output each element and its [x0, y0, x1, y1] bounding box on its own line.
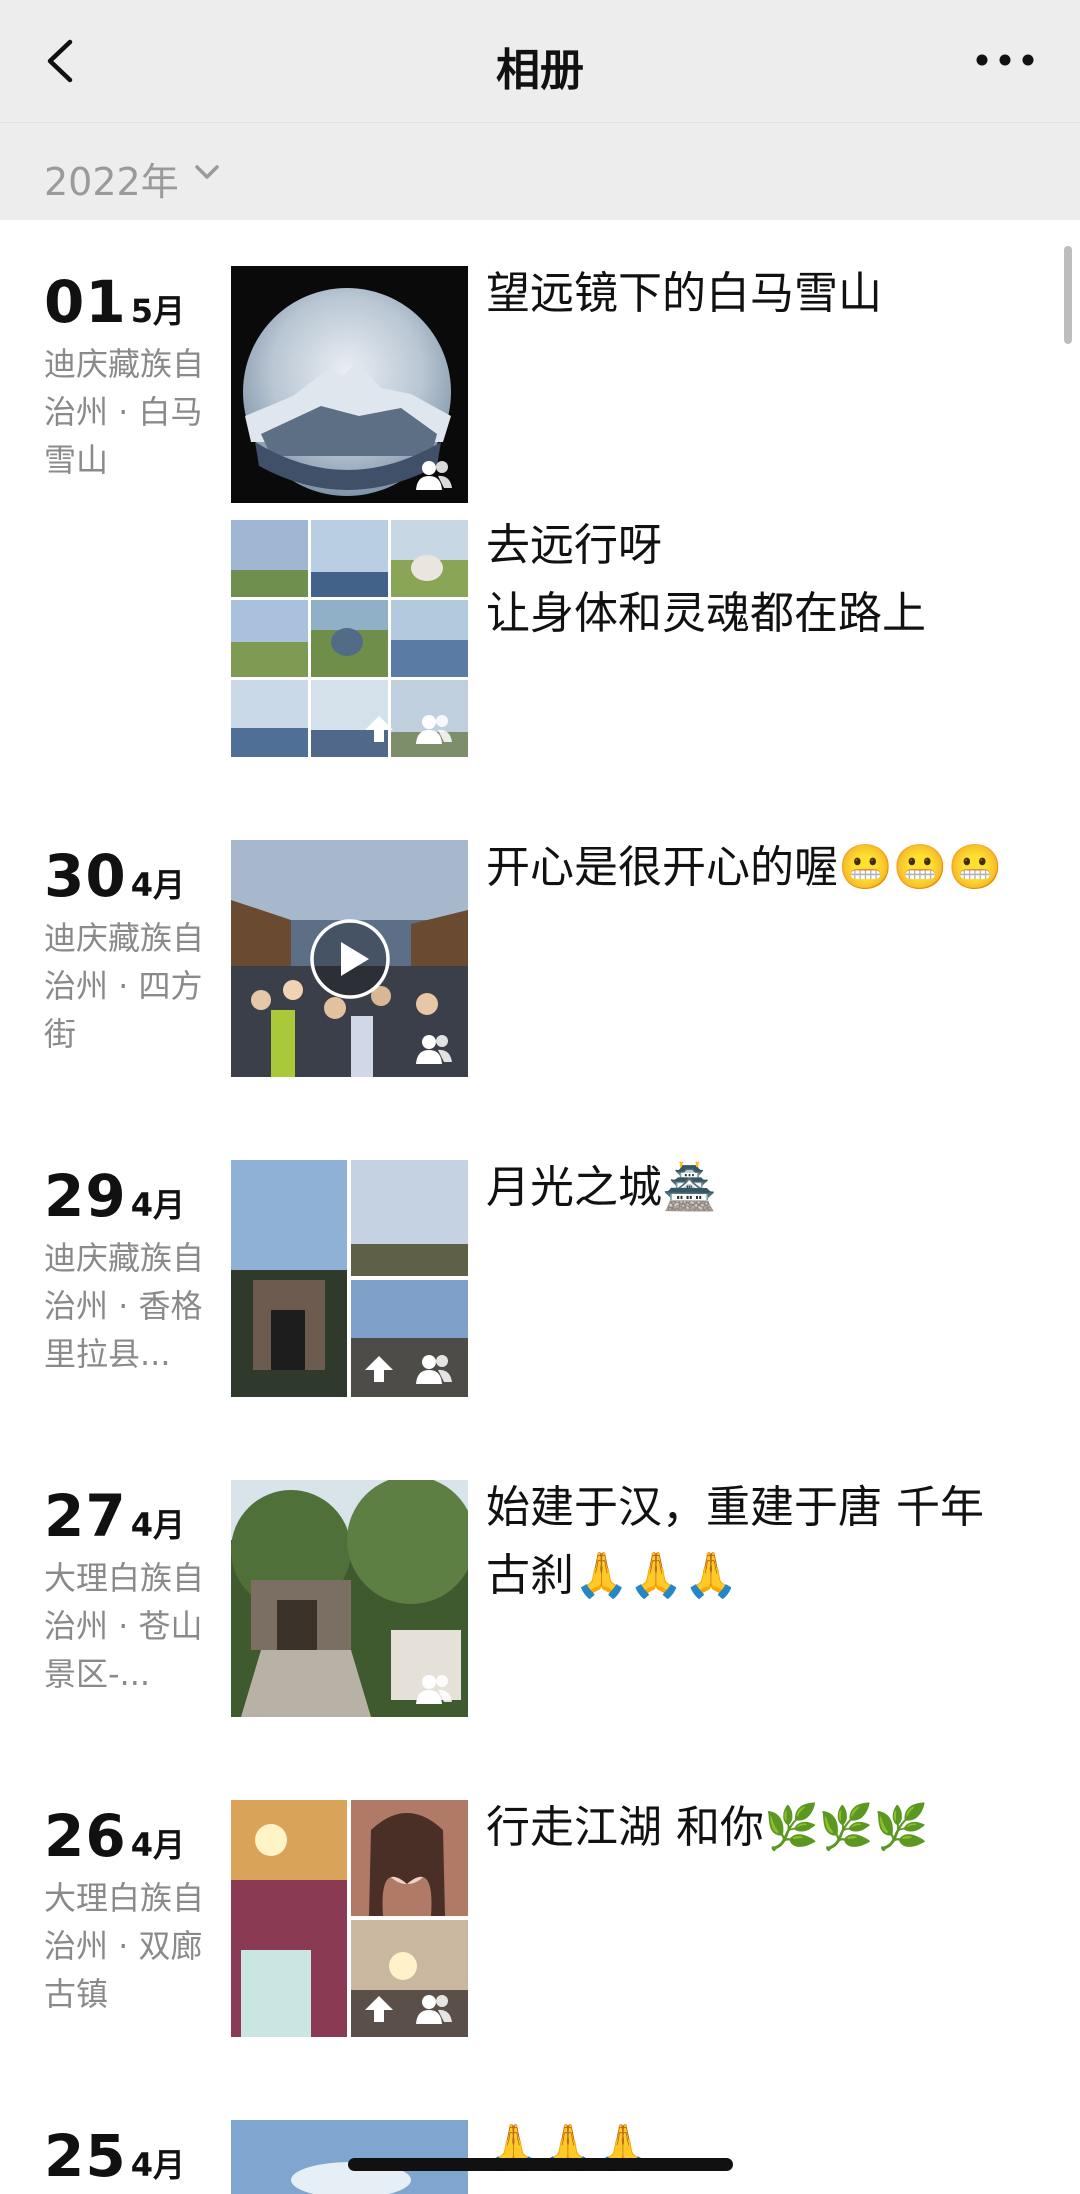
post-caption[interactable]: 望远镜下的白马雪山 [486, 260, 1026, 328]
scrollbar[interactable] [1064, 246, 1072, 344]
people-icon [416, 715, 452, 744]
people-icon [416, 461, 452, 490]
home-indicator[interactable] [348, 2158, 733, 2171]
post-date-block: 01 5月 迪庆藏族自治州 · 白马雪山 [44, 268, 224, 484]
post-month: 4月 [130, 1186, 185, 1224]
post-thumbnail[interactable] [231, 2120, 468, 2194]
post-thumbnail[interactable] [231, 266, 468, 503]
post-month: 5月 [130, 292, 185, 330]
post-month: 4月 [130, 866, 185, 904]
post-caption[interactable]: 行走江湖 和你🌿🌿🌿 [486, 1794, 1026, 1862]
post-caption[interactable]: 始建于汉，重建于唐 千年古刹🙏🙏🙏 [486, 1474, 1026, 1610]
post-location: 迪庆藏族自治州 · 白马雪山 [44, 345, 205, 479]
post-day: 25 [44, 2122, 127, 2190]
post-caption[interactable]: 🙏🙏🙏 [486, 2114, 1026, 2182]
post-month: 4月 [130, 2146, 185, 2184]
post-month: 4月 [130, 1826, 185, 1864]
post-location: 迪庆藏族自治州 · 四方街 [44, 919, 205, 1053]
post-caption[interactable]: 月光之城🏯 [486, 1154, 1026, 1222]
sky-photo [231, 2120, 468, 2194]
page-title: 相册 [496, 45, 584, 96]
post-month: 4月 [130, 1506, 185, 1544]
people-icon [416, 1675, 452, 1704]
play-icon[interactable] [309, 918, 391, 1000]
people-icon [416, 1995, 452, 2024]
upload-arrow-icon [365, 1356, 393, 1382]
post-location: 大理白族自治州 · 苍山景区-... [44, 1559, 205, 1693]
people-icon [416, 1035, 452, 1064]
more-dots-icon [976, 54, 1034, 66]
post-day: 27 [44, 1482, 127, 1550]
post-thumbnail[interactable] [231, 520, 468, 757]
post-location: 迪庆藏族自治州 · 香格里拉县... [44, 1239, 205, 1373]
post-caption[interactable]: 开心是很开心的喔😬😬😬 [486, 834, 1026, 902]
post-thumbnail[interactable] [231, 1480, 468, 1717]
navigation-bar: 相册 [0, 0, 1080, 122]
post-thumbnail[interactable] [231, 840, 468, 1077]
post-location: 大理白族自治州 · 双廊古镇 [44, 1879, 205, 2013]
post-day: 01 [44, 268, 127, 336]
more-button[interactable] [970, 40, 1040, 80]
post-date-block: 25 4月 [44, 2122, 224, 2190]
post-thumbnail[interactable] [231, 1800, 468, 2037]
post-date-block: 26 4月 大理白族自治州 · 双廊古镇 [44, 1802, 224, 2018]
post-caption[interactable]: 去远行呀 让身体和灵魂都在路上 [486, 512, 1026, 648]
post-day: 30 [44, 842, 127, 910]
year-selector[interactable]: 2022年 [0, 122, 1080, 220]
post-day: 26 [44, 1802, 127, 1870]
post-date-block: 30 4月 迪庆藏族自治州 · 四方街 [44, 842, 224, 1058]
post-date-block: 27 4月 大理白族自治州 · 苍山景区-... [44, 1482, 224, 1698]
upload-arrow-icon [365, 716, 393, 742]
post-day: 29 [44, 1162, 127, 1230]
post-date-block: 29 4月 迪庆藏族自治州 · 香格里拉县... [44, 1162, 224, 1378]
year-label: 2022年 [44, 160, 179, 204]
upload-arrow-icon [365, 1996, 393, 2022]
post-thumbnail[interactable] [231, 1160, 468, 1397]
people-icon [416, 1355, 452, 1384]
chevron-down-icon [195, 165, 219, 179]
